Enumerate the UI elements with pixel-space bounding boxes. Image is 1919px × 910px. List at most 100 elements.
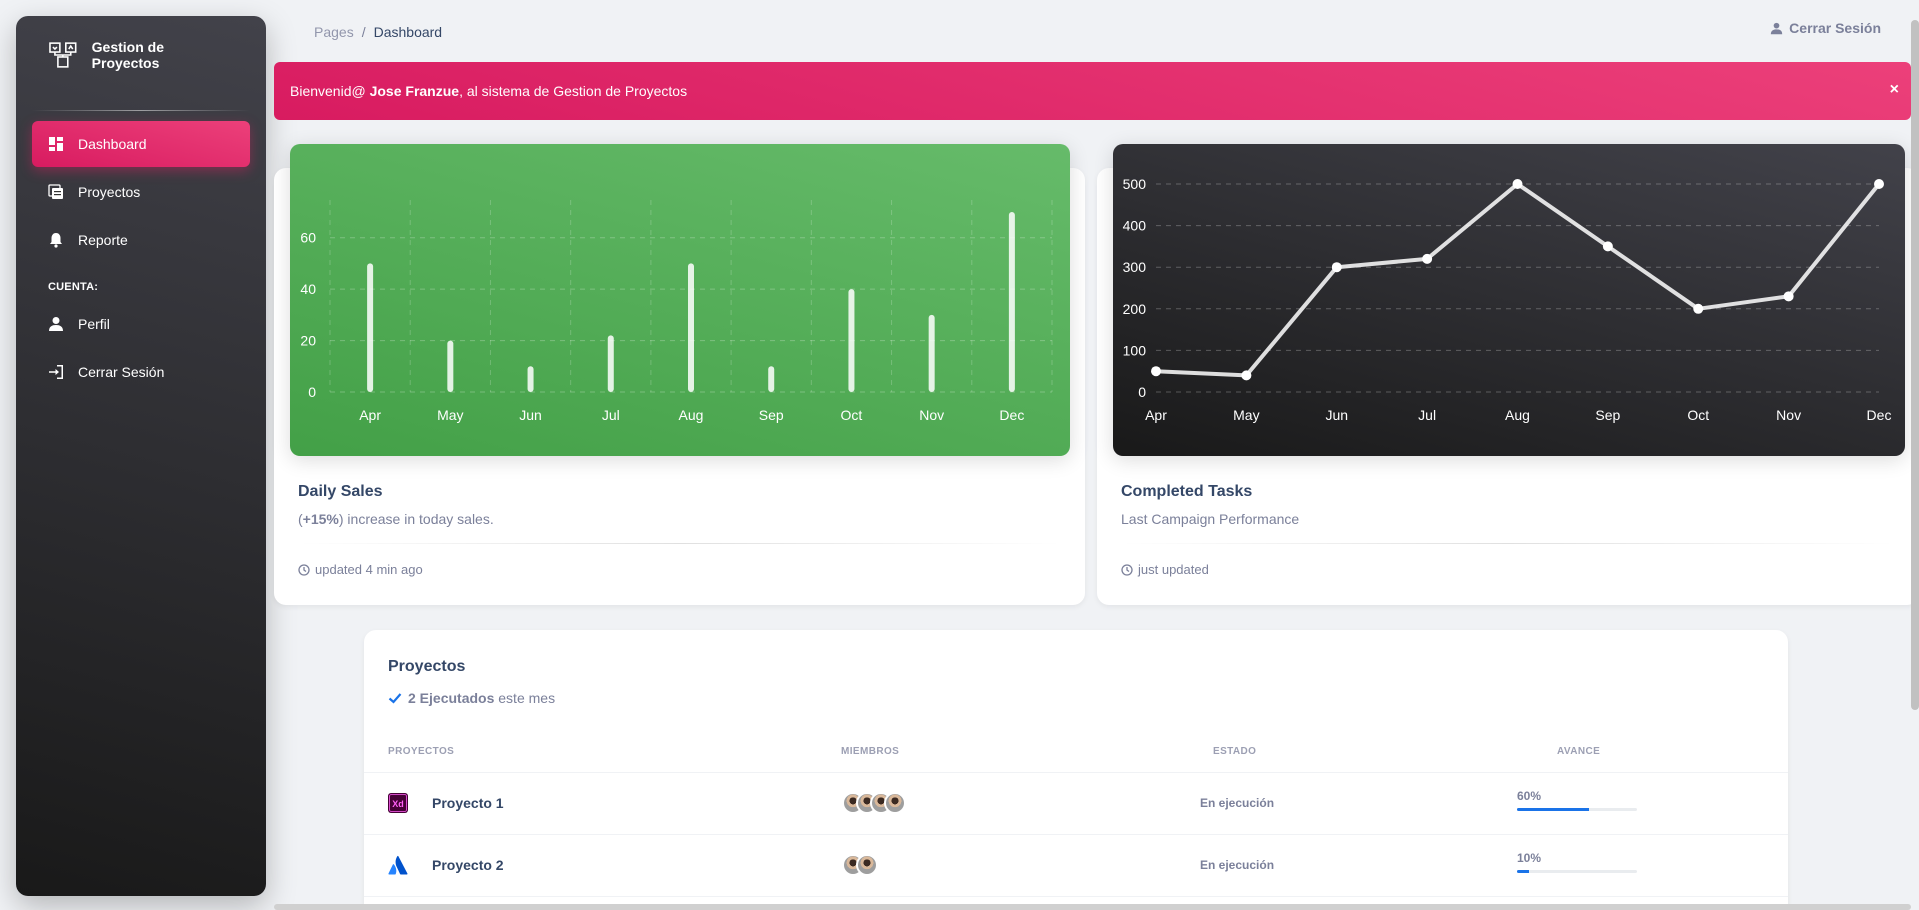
x-tick-label: Aug: [1505, 407, 1530, 423]
table-row[interactable]: Xd Proyecto 1 En ejecución 60%: [364, 773, 1788, 833]
member-avatars: [842, 792, 906, 814]
x-tick-label: Aug: [679, 407, 704, 423]
sidebar-item-label: Cerrar Sesión: [78, 364, 165, 380]
y-tick-label: 20: [300, 333, 316, 349]
card-divider: [1121, 543, 1895, 544]
breadcrumb-separator: /: [361, 24, 366, 40]
data-point: [1241, 370, 1252, 381]
clock-icon: [1121, 563, 1133, 576]
sidebar-item-reporte[interactable]: Reporte: [32, 217, 250, 263]
user-icon: [1770, 22, 1783, 34]
alert-prefix: Bienvenid@: [290, 83, 370, 99]
breadcrumb-current: Dashboard: [373, 24, 443, 40]
x-tick-label: May: [437, 407, 463, 423]
progress-value: 10%: [1517, 851, 1542, 865]
alert-user: Jose Franzue: [369, 83, 460, 99]
person-icon: [49, 317, 63, 331]
x-tick-label: Apr: [359, 407, 381, 423]
x-tick-label: Nov: [1776, 407, 1801, 423]
avatar[interactable]: [856, 854, 878, 876]
y-tick-label: 500: [1123, 176, 1147, 192]
welcome-alert: Bienvenid@ Jose Franzue , al sistema de …: [274, 62, 1911, 120]
adobe-xd-icon: Xd: [388, 793, 408, 813]
card-subtitle: (+15%) increase in today sales.: [298, 511, 494, 527]
progress-bar: [1517, 808, 1637, 811]
sidebar-item-proyectos[interactable]: Proyectos: [32, 169, 250, 215]
x-tick-label: Jul: [602, 407, 620, 423]
horizontal-scrollbar[interactable]: [274, 904, 1911, 910]
bar: [367, 263, 374, 392]
card-title: Daily Sales: [298, 483, 383, 500]
sidebar-item-label: Reporte: [78, 232, 128, 248]
y-tick-label: 60: [300, 230, 316, 246]
sub-bold: +15%: [302, 511, 339, 527]
daily-sales-info: Daily Sales (+15%) increase in today sal…: [298, 483, 494, 527]
x-tick-label: Jul: [1418, 407, 1436, 423]
x-tick-label: Nov: [919, 407, 944, 423]
card-subtitle: Last Campaign Performance: [1121, 511, 1300, 527]
alert-close-button[interactable]: ×: [1890, 81, 1899, 99]
card-footer-text: just updated: [1138, 562, 1209, 577]
brand[interactable]: Gestion de Proyectos: [16, 16, 266, 94]
progress: 10%: [1517, 851, 1637, 873]
data-point: [1783, 291, 1794, 302]
sidebar-item-perfil[interactable]: Perfil: [32, 301, 250, 347]
progress-fill: [1517, 870, 1529, 873]
column-header-avance: AVANCE: [1557, 746, 1601, 757]
data-point: [1602, 241, 1613, 252]
card-title: Completed Tasks: [1121, 483, 1253, 500]
member-avatars: [842, 854, 878, 876]
x-tick-label: Sep: [1595, 407, 1620, 423]
x-tick-label: Jun: [519, 407, 542, 423]
svg-text:Xd: Xd: [392, 799, 404, 809]
project-name: Proyecto 2: [432, 857, 504, 873]
atlassian-icon: [388, 855, 408, 875]
breadcrumb-root[interactable]: Pages: [314, 24, 354, 40]
y-tick-label: 100: [1123, 342, 1147, 358]
bar: [928, 314, 935, 392]
bar: [848, 289, 855, 392]
column-header-proyectos: PROYECTOS: [388, 746, 455, 757]
card-divider: [298, 543, 1062, 544]
avatar[interactable]: [884, 792, 906, 814]
data-point: [1151, 366, 1161, 377]
x-tick-label: Jun: [1325, 407, 1348, 423]
bar: [607, 335, 614, 392]
bell-icon: [50, 233, 62, 248]
projects-title: Proyectos: [388, 658, 466, 675]
table-row[interactable]: Proyecto 2 En ejecución 10%: [364, 835, 1788, 895]
bar-chart-svg: 0 20 40 60 Apr May Jun Jul Aug Sep Oct Nov Dec: [300, 200, 1053, 423]
data-point: [1874, 179, 1884, 189]
x-tick-label: Oct: [841, 407, 863, 423]
logout-button[interactable]: Cerrar Sesión: [1770, 20, 1881, 36]
brand-title: Gestion de Proyectos: [91, 39, 165, 71]
card-footer: updated 4 min ago: [298, 562, 423, 577]
executed-rest: este mes: [494, 690, 556, 706]
daily-sales-chart: 0 20 40 60 Apr May Jun Jul Aug Sep Oct Nov Dec: [290, 144, 1070, 456]
projects-card: Proyectos 2 Ejecutados este mes PROYECTO…: [364, 630, 1788, 910]
sidebar-divider: [32, 110, 250, 111]
sidebar-item-cerrar-sesion[interactable]: Cerrar Sesión: [32, 349, 250, 395]
data-point: [1512, 179, 1523, 189]
y-tick-label: 300: [1123, 259, 1147, 275]
sidebar-item-label: Proyectos: [78, 184, 141, 200]
check-icon: [388, 693, 402, 704]
dashboard-icon: [49, 137, 63, 151]
y-tick-label: 0: [308, 384, 316, 400]
sub-rest: ) increase in today sales.: [338, 511, 494, 527]
card-footer-text: updated 4 min ago: [315, 562, 423, 577]
clock-icon: [298, 563, 310, 576]
column-header-miembros: MIEMBROS: [841, 746, 900, 757]
y-tick-label: 40: [300, 281, 316, 297]
progress-bar: [1517, 870, 1637, 873]
sidebar-item-label: Perfil: [78, 316, 110, 332]
sidebar-item-dashboard[interactable]: Dashboard: [32, 121, 250, 167]
project-name: Proyecto 1: [432, 795, 504, 811]
column-header-estado: ESTADO: [1213, 746, 1257, 757]
table-icon: [48, 184, 63, 199]
row-divider: [364, 896, 1788, 897]
vertical-scrollbar[interactable]: [1911, 20, 1919, 710]
x-tick-label: May: [1233, 407, 1259, 423]
login-icon: [49, 365, 63, 379]
breadcrumb: Pages / Dashboard: [314, 24, 442, 40]
